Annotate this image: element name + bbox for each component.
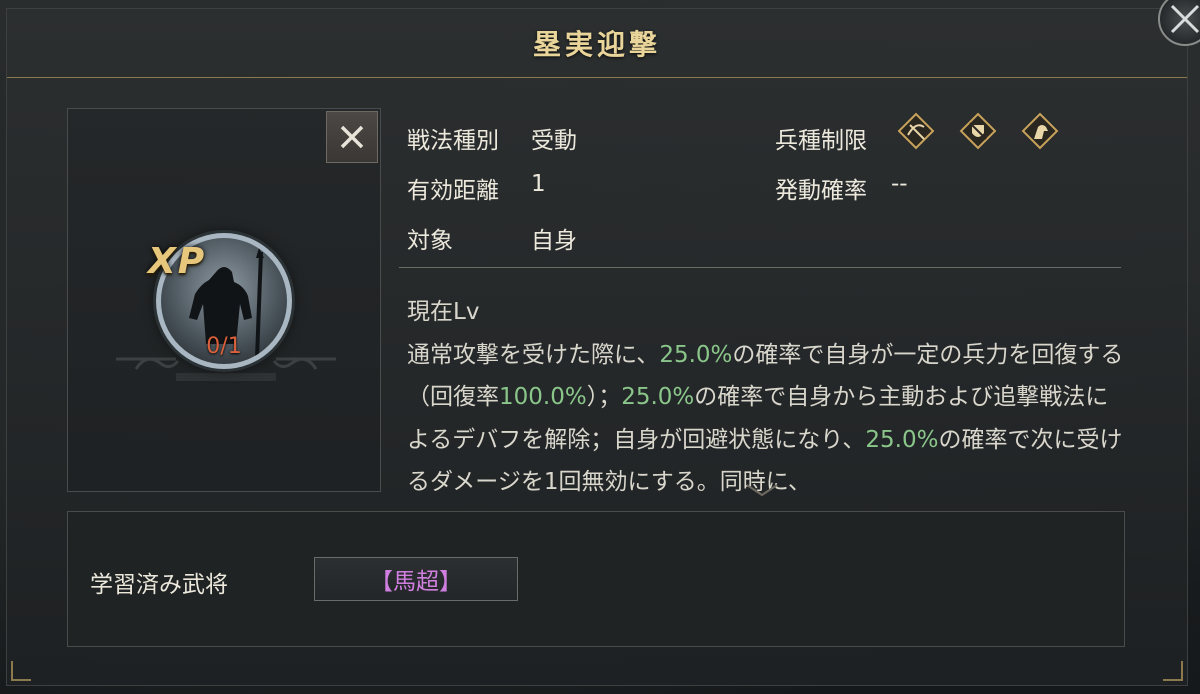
- shield-infantry-icon: [959, 112, 997, 150]
- highlight-value: 25.0%: [865, 426, 939, 453]
- remove-skill-button[interactable]: [326, 111, 378, 163]
- skill-detail-dialog: 塁実迎撃 0/1 XP 戦法種別 受動 有効距離 1 対象 自身 兵種制限 発動…: [6, 8, 1188, 686]
- highlight-value: 100.0%: [499, 384, 587, 410]
- general-tag-machao[interactable]: 【馬超】: [314, 557, 518, 601]
- xp-badge: XP: [148, 241, 207, 282]
- horse-cavalry-icon: [1021, 112, 1059, 150]
- bow-cavalry-icon: [897, 112, 935, 150]
- current-level-label: 現在Lv: [407, 299, 480, 325]
- learned-generals-label: 学習済み武将: [90, 572, 228, 598]
- section-divider: [399, 267, 1121, 268]
- activation-chance-label: 発動確率: [775, 178, 867, 204]
- dialog-close-button[interactable]: [1158, 0, 1200, 46]
- xp-progress: 0/1: [206, 334, 242, 359]
- scroll-down-icon[interactable]: [745, 483, 779, 497]
- skill-description: 現在Lv 通常攻撃を受けた際に、25.0%の確率で自身が一定の兵力を回復する（回…: [407, 291, 1127, 504]
- range-value: 1: [531, 171, 546, 197]
- activation-chance-value: --: [891, 171, 908, 197]
- dialog-title: 塁実迎撃: [532, 28, 661, 61]
- corner-ornament-right: [1163, 661, 1183, 681]
- highlight-value: 25.0%: [621, 384, 695, 410]
- target-label: 対象: [407, 228, 453, 254]
- skill-icon-panel: 0/1 XP: [67, 108, 381, 492]
- corner-ornament-left: [11, 661, 31, 681]
- close-icon: [340, 125, 364, 149]
- highlight-value: 25.0%: [659, 341, 733, 368]
- type-value: 受動: [531, 128, 577, 154]
- unit-restriction-label: 兵種制限: [775, 128, 867, 154]
- type-label: 戦法種別: [407, 128, 499, 154]
- learned-generals-panel: 学習済み武将 【馬超】: [67, 511, 1125, 647]
- dialog-header: 塁実迎撃: [7, 9, 1187, 78]
- range-label: 有効距離: [407, 178, 499, 204]
- target-value: 自身: [531, 228, 577, 254]
- crossed-swords-close-icon: [1170, 4, 1200, 34]
- effect-text: 通常攻撃を受けた際に、25.0%の確率で自身が一定の兵力を回復する（回復率100…: [407, 341, 1124, 496]
